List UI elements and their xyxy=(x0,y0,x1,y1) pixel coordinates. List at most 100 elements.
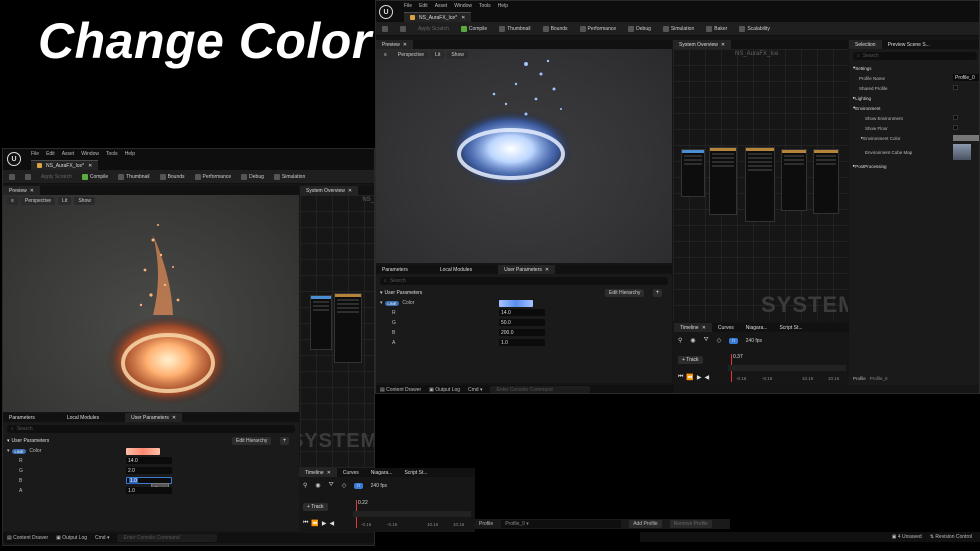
channel-value-field[interactable]: 1.0 xyxy=(126,487,172,494)
menu-help[interactable]: Help xyxy=(125,151,135,157)
unsaved-indicator[interactable]: ▣ 4 Unsaved xyxy=(892,534,922,540)
cube-map-thumbnail[interactable] xyxy=(953,144,971,160)
local-modules-tab[interactable]: Local Modules xyxy=(434,265,478,274)
thumbnail-button[interactable]: Thumbnail xyxy=(118,173,150,180)
menu-window[interactable]: Window xyxy=(81,151,99,157)
output-log-button[interactable]: ▣ Output Log xyxy=(429,387,460,393)
channel-value-field[interactable]: 14.0 xyxy=(499,309,545,316)
remove-profile-button[interactable]: Remove Profile xyxy=(669,520,712,528)
unreal-logo-icon[interactable]: U xyxy=(7,152,21,166)
close-icon[interactable]: ✕ xyxy=(30,188,34,194)
filter-icon[interactable]: ⛛ xyxy=(329,482,334,489)
close-icon[interactable]: ✕ xyxy=(702,325,706,331)
save-button[interactable] xyxy=(382,25,388,32)
eye-icon[interactable]: ◉ xyxy=(315,482,320,489)
doc-tab[interactable]: NS_AuraFX_Ice* ✕ xyxy=(404,12,472,22)
skip-back-icon[interactable]: ⏮ xyxy=(678,374,683,381)
channel-value-field[interactable]: 50.0 xyxy=(499,319,545,326)
output-log-button[interactable]: ▣ Output Log xyxy=(56,535,87,541)
preview-scene-tab[interactable]: Preview Scene S... xyxy=(882,40,936,49)
reverse-icon[interactable]: ◀ xyxy=(330,520,335,527)
script-stats-tab[interactable]: Script St... xyxy=(398,468,433,477)
color-param-row[interactable]: ▾ LINE Color xyxy=(3,446,299,456)
add-parameter-button[interactable]: + xyxy=(280,437,289,445)
parameters-tab[interactable]: Parameters xyxy=(3,413,41,422)
timeline-tab[interactable]: Timeline ✕ xyxy=(299,468,337,477)
channel-value-field[interactable]: 200.0 xyxy=(499,329,545,336)
eye-icon[interactable]: ◉ xyxy=(690,337,695,344)
timeline-tab[interactable]: Timeline ✕ xyxy=(674,323,712,332)
compile-button[interactable]: Compile xyxy=(81,173,108,180)
params-search-input[interactable]: ⌕ Search xyxy=(380,277,668,285)
shared-profile-checkbox[interactable] xyxy=(953,85,958,90)
revision-control-button[interactable]: ⇅ Revision Control xyxy=(930,534,972,540)
debug-button[interactable]: Debug xyxy=(628,25,651,32)
browse-button[interactable] xyxy=(25,173,31,180)
user-parameters-section[interactable]: ▾ User Parameters Edit Hierarchy + xyxy=(3,436,299,446)
parameters-tab[interactable]: Parameters xyxy=(376,265,414,274)
emitter-node[interactable] xyxy=(745,147,775,222)
environment-color-swatch[interactable] xyxy=(953,135,979,141)
menu-edit[interactable]: Edit xyxy=(46,151,55,157)
show-floor-checkbox[interactable] xyxy=(953,125,958,130)
add-track-button[interactable]: + Track xyxy=(678,356,703,364)
console-input[interactable]: Enter Console Command xyxy=(490,386,591,393)
preview-tab[interactable]: Preview ✕ xyxy=(3,186,40,195)
viewport-menu-button[interactable]: ≡ xyxy=(7,197,18,205)
user-parameters-tab[interactable]: User Parameters ✕ xyxy=(125,413,183,422)
save-button[interactable] xyxy=(9,173,15,180)
key-icon[interactable]: ⚲ xyxy=(303,482,307,489)
selection-tab[interactable]: Selection xyxy=(849,40,882,49)
emitter-node[interactable] xyxy=(334,293,362,363)
profile-dropdown[interactable]: Profile_0 ▾ xyxy=(501,520,622,528)
emitter-node[interactable] xyxy=(310,295,332,350)
color-swatch[interactable] xyxy=(499,300,533,307)
menu-asset[interactable]: Asset xyxy=(435,3,448,9)
color-swatch[interactable] xyxy=(126,448,160,455)
system-graph[interactable]: NS_ SYSTEM xyxy=(300,195,374,469)
scalability-button[interactable]: Scalability xyxy=(739,25,770,32)
perspective-button[interactable]: Perspective xyxy=(393,51,429,59)
key-icon[interactable]: ⚲ xyxy=(678,337,682,344)
snap-icon[interactable]: ◇ xyxy=(717,337,722,344)
magnet-icon[interactable]: ∩ xyxy=(354,482,363,489)
lit-button[interactable]: Lit xyxy=(431,51,445,59)
play-icon[interactable]: ▶ xyxy=(697,374,702,381)
user-parameters-section[interactable]: ▾ User Parameters Edit Hierarchy + xyxy=(376,288,672,298)
close-icon[interactable]: ✕ xyxy=(403,42,407,48)
profile-name-field[interactable]: Profile_0 xyxy=(953,74,979,81)
local-modules-tab[interactable]: Local Modules xyxy=(61,413,105,422)
settings-section[interactable]: ▾ Settings xyxy=(849,63,979,73)
menu-tools[interactable]: Tools xyxy=(106,151,118,157)
timeline-ruler[interactable] xyxy=(728,365,846,371)
environment-section[interactable]: ▾ Environment xyxy=(849,103,979,113)
compile-button[interactable]: Compile xyxy=(460,25,487,32)
reverse-icon[interactable]: ◀ xyxy=(705,374,710,381)
lit-button[interactable]: Lit xyxy=(58,197,72,205)
channel-value-field[interactable]: 14.0 xyxy=(126,457,172,464)
menu-tools[interactable]: Tools xyxy=(479,3,491,9)
curves-tab[interactable]: Curves xyxy=(712,323,740,332)
params-search-input[interactable]: ⌕ Search xyxy=(7,425,295,433)
emitter-node[interactable] xyxy=(813,149,839,214)
simulation-button[interactable]: Simulation xyxy=(273,173,305,180)
color-param-row[interactable]: ▾ LINE Color xyxy=(376,298,672,308)
profile-footer-value[interactable]: Profile_0 xyxy=(870,376,888,381)
content-drawer-button[interactable]: ▤ Content Drawer xyxy=(7,535,48,541)
user-parameters-tab[interactable]: User Parameters ✕ xyxy=(498,265,556,274)
channel-value-field[interactable]: 1.0 xyxy=(499,339,545,346)
add-profile-button[interactable]: Add Profile xyxy=(629,520,662,528)
show-button[interactable]: Show xyxy=(74,197,95,205)
add-parameter-button[interactable]: + xyxy=(653,289,662,297)
console-input[interactable]: Enter Console Command xyxy=(117,534,218,542)
perspective-button[interactable]: Perspective xyxy=(20,197,56,205)
edit-hierarchy-button[interactable]: Edit Hierarchy xyxy=(232,437,272,445)
simulation-button[interactable]: Simulation xyxy=(662,25,694,32)
close-icon[interactable]: ✕ xyxy=(545,267,549,273)
browse-button[interactable] xyxy=(400,25,406,32)
step-back-icon[interactable]: ⏪ xyxy=(686,374,693,381)
menu-edit[interactable]: Edit xyxy=(419,3,428,9)
close-icon[interactable]: ✕ xyxy=(327,470,331,476)
details-search-input[interactable]: ⌕ Search xyxy=(853,52,977,60)
timeline-ruler[interactable] xyxy=(353,511,471,517)
